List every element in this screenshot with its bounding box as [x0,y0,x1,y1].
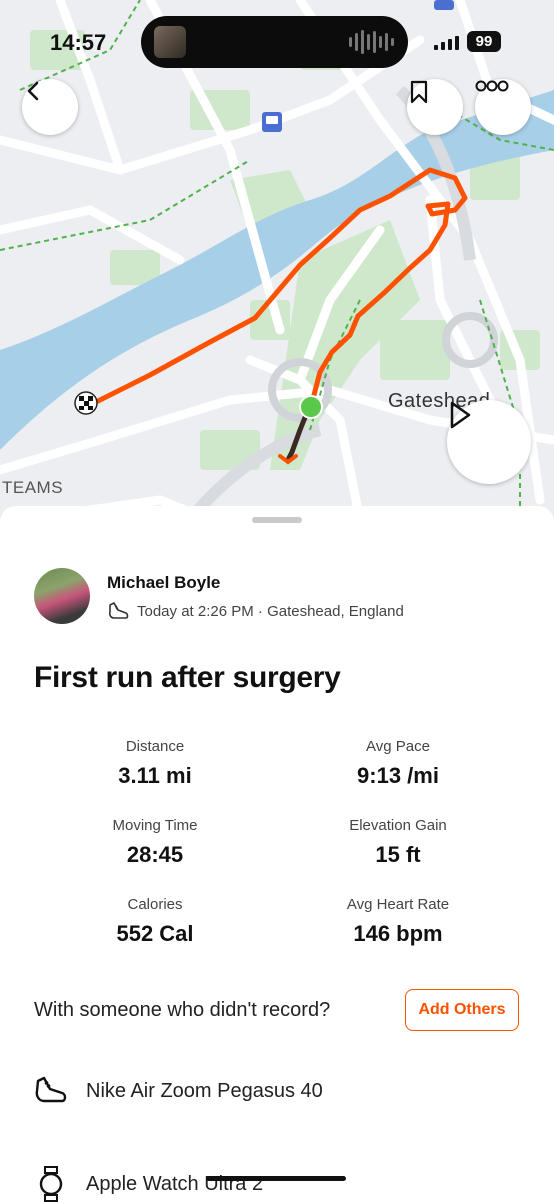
back-button[interactable] [22,79,78,135]
status-time: 14:57 [50,30,107,55]
stat-value: 28:45 [126,842,184,867]
sheet-drag-handle[interactable] [252,517,302,523]
cellular-signal-icon [434,34,459,50]
status-bar: 14:57 99 [0,0,554,80]
shoe-icon [35,1076,67,1103]
stat-label: Avg Heart Rate [346,896,450,913]
start-marker [299,395,323,419]
stat-avg-heart-rate: Avg Heart Rate 146 bpm [278,896,518,947]
back-icon [27,81,39,101]
add-others-prompt: With someone who didn't record? [34,999,331,1021]
more-icon [475,80,509,92]
stat-label: Distance [125,738,185,755]
stat-calories: Calories 552 Cal [35,896,275,947]
dynamic-island[interactable] [141,16,408,68]
battery-indicator: 99 [467,31,501,52]
activity-meta-text: Today at 2:26 PM · Gateshead, England [137,602,404,620]
stat-value: 146 bpm [353,921,443,946]
shoe-icon [108,602,129,619]
train-icon [262,112,282,132]
watch-icon [39,1166,63,1202]
bookmark-icon [410,80,428,104]
play-icon [450,401,471,429]
stat-value: 3.11 mi [118,763,192,788]
finish-flag-icon [74,391,98,415]
athlete-avatar[interactable] [34,568,90,624]
stat-elevation-gain: Elevation Gain 15 ft [278,817,518,868]
stat-value: 552 Cal [116,921,194,946]
gear-shoes-row[interactable]: Nike Air Zoom Pegasus 40 [34,1076,323,1106]
stat-moving-time: Moving Time 28:45 [35,817,275,868]
map-corner-label: TEAMS [2,478,64,497]
bookmark-button[interactable] [407,79,463,135]
activity-sheet: Michael Boyle Today at 2:26 PM · Gateshe… [0,506,554,1202]
play-flyover-button[interactable] [447,400,531,484]
stat-value: 9:13 /mi [357,763,439,788]
audio-wave-icon [349,30,394,54]
stat-label: Calories [127,896,183,913]
gear-shoes-label: Nike Air Zoom Pegasus 40 [86,1079,323,1102]
stat-avg-pace: Avg Pace 9:13 /mi [278,738,518,789]
stat-value: 15 ft [375,842,421,867]
athlete-name[interactable]: Michael Boyle [107,573,220,593]
stat-label: Avg Pace [366,738,430,755]
home-indicator[interactable] [206,1176,346,1181]
stat-distance: Distance 3.11 mi [35,738,275,789]
activity-meta: Today at 2:26 PM · Gateshead, England [107,601,404,621]
now-playing-artwork [154,26,186,58]
gear-device-row[interactable]: Apple Watch Ultra 2 [34,1166,263,1202]
stat-label: Elevation Gain [349,817,447,834]
activity-title: First run after surgery [34,661,341,694]
add-others-button[interactable]: Add Others [405,989,519,1031]
more-button[interactable] [475,79,531,135]
stat-label: Moving Time [112,817,198,834]
route-map[interactable]: Gateshead TEAMS [0,0,554,560]
